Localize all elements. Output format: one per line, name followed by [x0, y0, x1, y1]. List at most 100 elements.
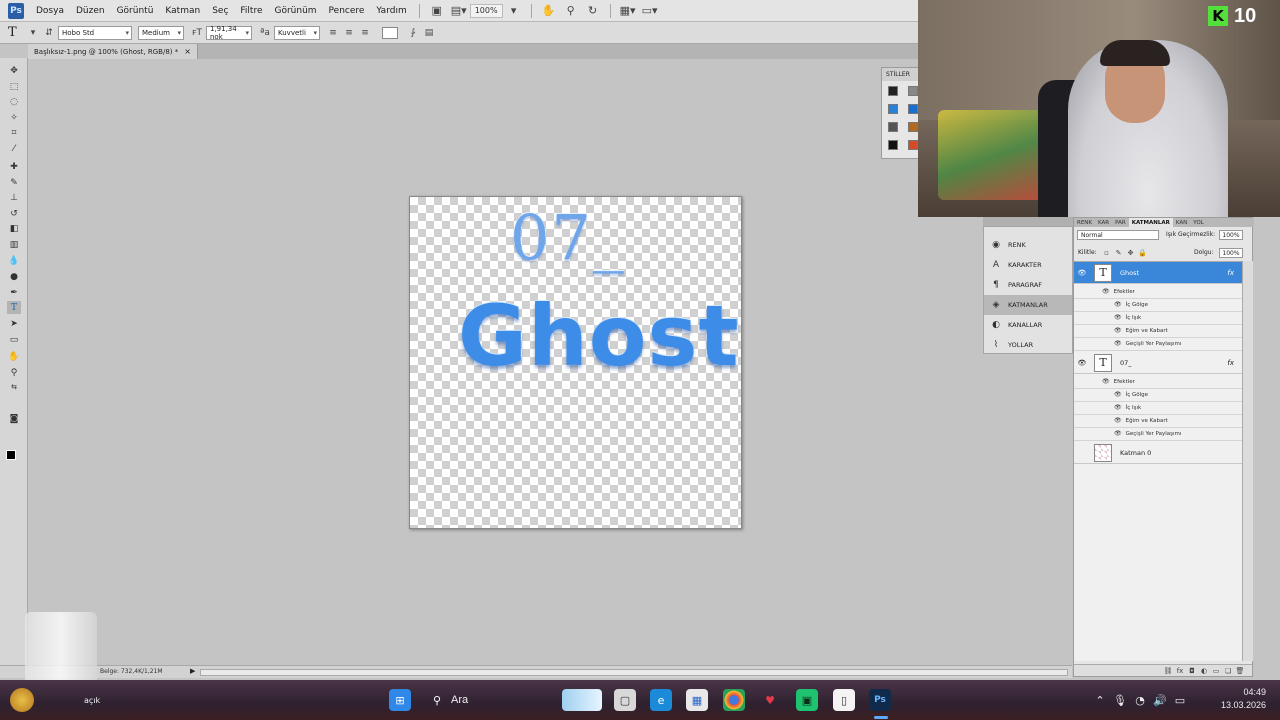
- warp-text-icon[interactable]: ⨑: [406, 26, 420, 40]
- visibility-eye-icon[interactable]: 👁: [1102, 378, 1110, 385]
- tab-kanallar[interactable]: KAN: [1173, 220, 1190, 226]
- maps-pin-icon[interactable]: ♥: [759, 689, 781, 711]
- font-style-select[interactable]: Medium: [138, 25, 184, 40]
- close-icon[interactable]: ×: [184, 47, 191, 56]
- visibility-eye-icon[interactable]: 👁: [1114, 314, 1122, 321]
- chrome-icon[interactable]: [723, 689, 745, 711]
- align-right-icon[interactable]: ≡: [358, 26, 372, 40]
- move-tool-icon[interactable]: ✥: [7, 64, 21, 77]
- font-family-select[interactable]: Hobo Std: [58, 25, 132, 40]
- effect-row[interactable]: 👁 Geçişli Yer Paylaşımı: [1074, 428, 1242, 441]
- tab-katmanlar[interactable]: KATMANLAR: [1128, 218, 1173, 227]
- tab-renk[interactable]: RENK: [1074, 220, 1095, 226]
- hand-tool-icon[interactable]: ✋: [7, 350, 21, 363]
- character-panel-icon[interactable]: ▤: [422, 26, 436, 40]
- add-mask-icon[interactable]: ◘: [1186, 667, 1198, 675]
- visibility-eye-icon[interactable]: 👁: [1114, 327, 1122, 334]
- font-size-select[interactable]: 1,91,34 nok: [206, 25, 252, 41]
- link-layers-icon[interactable]: ⛓: [1162, 667, 1174, 675]
- tab-yollar[interactable]: YOL: [1190, 220, 1206, 226]
- menu-katman[interactable]: Katman: [159, 6, 206, 16]
- workspace-icon[interactable]: ▭▾: [642, 4, 658, 18]
- brush-tool-icon[interactable]: ✎: [7, 176, 21, 189]
- menu-dosya[interactable]: Dosya: [30, 6, 70, 16]
- fill-input[interactable]: 100%: [1219, 248, 1243, 258]
- style-swatch[interactable]: [888, 104, 898, 114]
- healing-brush-tool-icon[interactable]: ✚: [7, 160, 21, 173]
- microphone-icon[interactable]: 🎙: [1110, 694, 1130, 707]
- eyedropper-tool-icon[interactable]: ⁄: [7, 142, 21, 155]
- dock-item-paragraf[interactable]: ¶ PARAGRAF: [984, 275, 1072, 295]
- lasso-tool-icon[interactable]: ◌: [7, 95, 21, 108]
- style-swatch[interactable]: [908, 122, 918, 132]
- quick-mask-icon[interactable]: ◙: [7, 412, 21, 425]
- visibility-eye-icon[interactable]: 👁: [1114, 404, 1122, 411]
- hand-tool-icon[interactable]: ✋: [541, 4, 557, 18]
- zoom-tool-icon[interactable]: ⚲: [563, 4, 579, 18]
- bridge-icon[interactable]: ▣: [429, 4, 445, 18]
- dock-item-kanallar[interactable]: ◐ KANALLAR: [984, 315, 1072, 335]
- battery-icon[interactable]: ▭: [1170, 694, 1190, 707]
- canvas-text-07[interactable]: 07_: [510, 201, 626, 274]
- path-selection-tool-icon[interactable]: ➤: [7, 317, 21, 330]
- dodge-tool-icon[interactable]: ●: [7, 270, 21, 283]
- start-button-windows-icon[interactable]: ⊞: [389, 689, 411, 711]
- style-swatch[interactable]: [888, 140, 898, 150]
- swap-colors-icon[interactable]: ⇆: [7, 380, 21, 393]
- layer-row-ghost[interactable]: 👁 T Ghost fx: [1074, 262, 1242, 284]
- history-brush-tool-icon[interactable]: ↺: [7, 207, 21, 220]
- visibility-eye-icon[interactable]: 👁: [1102, 288, 1110, 295]
- search-icon[interactable]: ⚲: [426, 689, 448, 711]
- effects-group-row[interactable]: 👁 Efektler: [1074, 376, 1242, 389]
- search-highlight-image[interactable]: [562, 689, 602, 711]
- layer-row-katman-0[interactable]: Katman 0: [1074, 442, 1242, 464]
- visibility-eye-icon[interactable]: 👁: [1076, 359, 1088, 367]
- type-tool-icon[interactable]: T: [7, 301, 21, 314]
- align-left-icon[interactable]: ≡: [326, 26, 340, 40]
- effect-row[interactable]: 👁 İç Işık: [1074, 312, 1242, 325]
- pen-tool-icon[interactable]: ✒: [7, 286, 21, 299]
- style-swatch[interactable]: [908, 86, 918, 96]
- adjustment-layer-icon[interactable]: ◐: [1198, 667, 1210, 675]
- edge-browser-icon[interactable]: e: [650, 689, 672, 711]
- blur-tool-icon[interactable]: 💧: [7, 254, 21, 267]
- dock-item-renk[interactable]: ◉ RENK: [984, 235, 1072, 255]
- dock-item-karakter[interactable]: A KARAKTER: [984, 255, 1072, 275]
- visibility-eye-icon[interactable]: 👁: [1114, 301, 1122, 308]
- effect-row[interactable]: 👁 Eğim ve Kabart: [1074, 325, 1242, 338]
- crop-tool-icon[interactable]: ⌗: [7, 126, 21, 139]
- visibility-eye-icon[interactable]: 👁: [1114, 391, 1122, 398]
- dock-header[interactable]: [983, 217, 1073, 226]
- new-layer-icon[interactable]: ❏: [1222, 667, 1234, 675]
- zoom-tool-icon[interactable]: ⚲: [7, 366, 21, 379]
- effect-row[interactable]: 👁 Eğim ve Kabart: [1074, 415, 1242, 428]
- horizontal-scrollbar[interactable]: [200, 669, 1068, 676]
- style-swatch[interactable]: [908, 104, 918, 114]
- menu-goruntu[interactable]: Görüntü: [111, 6, 160, 16]
- menu-pencere[interactable]: Pencere: [323, 6, 371, 16]
- effect-row[interactable]: 👁 İç Işık: [1074, 402, 1242, 415]
- eraser-tool-icon[interactable]: ◧: [7, 222, 21, 235]
- rotate-view-icon[interactable]: ↻: [585, 4, 601, 18]
- menu-yardim[interactable]: Yardım: [370, 6, 412, 16]
- search-label[interactable]: Ara: [451, 694, 468, 706]
- align-center-icon[interactable]: ≡: [342, 26, 356, 40]
- photoshop-taskbar-icon[interactable]: Ps: [869, 689, 891, 711]
- layers-scrollbar[interactable]: [1242, 261, 1253, 661]
- menu-filtre[interactable]: Filtre: [234, 6, 268, 16]
- menu-gorunum[interactable]: Görünüm: [268, 6, 322, 16]
- fx-icon[interactable]: fx: [1227, 359, 1234, 367]
- status-menu-arrow-icon[interactable]: ▶: [190, 667, 195, 675]
- lock-position-icon[interactable]: ✥: [1126, 248, 1135, 257]
- tab-karakter[interactable]: KAR: [1095, 220, 1112, 226]
- style-swatch[interactable]: [888, 122, 898, 132]
- file-explorer-icon[interactable]: ▦: [686, 689, 708, 711]
- blend-mode-select[interactable]: Normal: [1077, 230, 1159, 240]
- volume-icon[interactable]: 🔊: [1150, 694, 1170, 707]
- notepad-icon[interactable]: ▯: [833, 689, 855, 711]
- lock-all-icon[interactable]: 🔒: [1138, 248, 1147, 257]
- opacity-input[interactable]: 100%: [1219, 230, 1243, 240]
- text-orientation-icon[interactable]: ⇵: [42, 26, 56, 40]
- chevron-up-icon[interactable]: ⌃: [1090, 694, 1110, 707]
- clone-stamp-tool-icon[interactable]: ⊥: [7, 191, 21, 204]
